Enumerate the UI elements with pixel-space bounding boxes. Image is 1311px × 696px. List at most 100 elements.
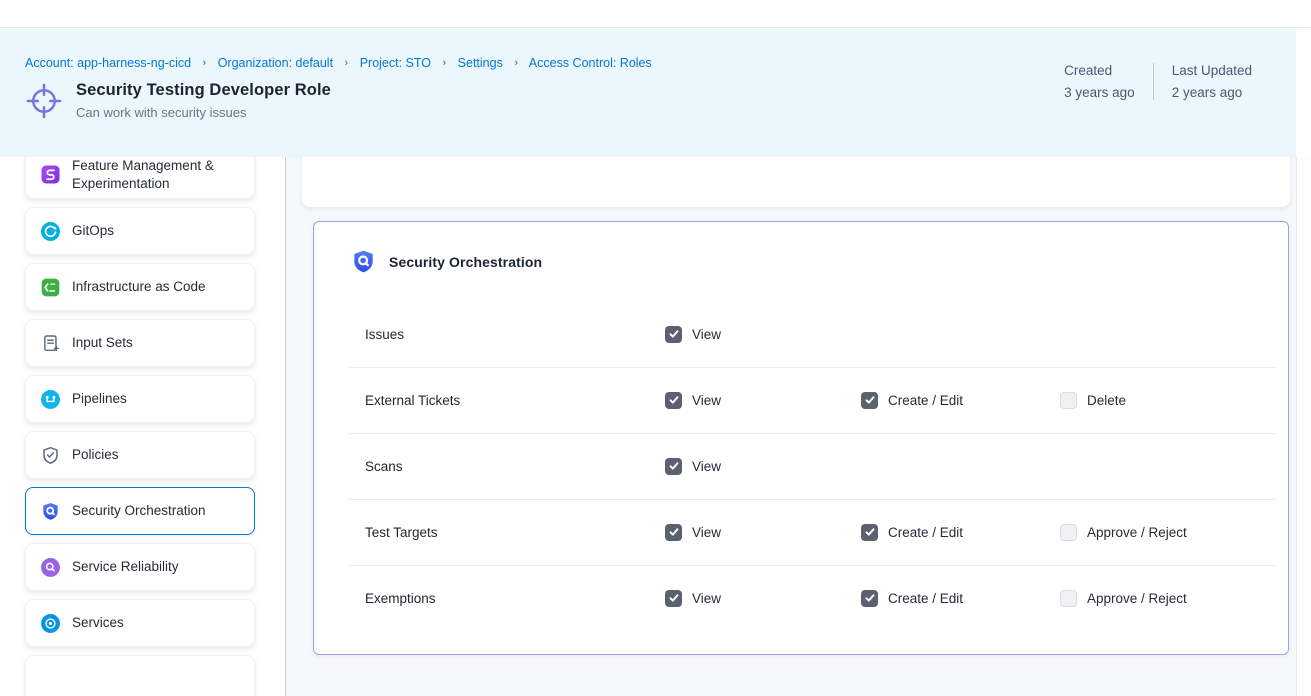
checkbox-icon[interactable]: [861, 524, 878, 541]
row-label: Test Targets: [314, 525, 665, 540]
permission-option[interactable]: View: [665, 392, 861, 409]
page-title: Security Testing Developer Role: [76, 81, 331, 100]
breadcrumb-access-control-roles[interactable]: Access Control: Roles: [529, 56, 652, 70]
permission-label: Approve / Reject: [1087, 525, 1187, 540]
page-subtitle: Can work with security issues: [76, 105, 331, 120]
content-area: Feature Management & Experimentation Git…: [0, 157, 1311, 696]
row-label: External Tickets: [314, 393, 665, 408]
permission-option[interactable]: View: [665, 590, 861, 607]
sidebar-item-label: Security Orchestration: [72, 502, 206, 520]
breadcrumb-separator: ›: [203, 57, 207, 69]
sidebar-item-policies[interactable]: Policies: [25, 431, 255, 479]
row-label: Issues: [314, 327, 665, 342]
sidebar-item-gitops[interactable]: GitOps: [25, 207, 255, 255]
permission-label: View: [692, 327, 721, 342]
checkbox-icon[interactable]: [665, 458, 682, 475]
sidebar-item-label: Services: [72, 614, 124, 632]
panel-header: Security Orchestration: [314, 222, 1288, 301]
permission-option[interactable]: View: [665, 458, 861, 475]
input-sets-icon: [39, 332, 61, 354]
sidebar-item-label: Policies: [72, 446, 119, 464]
sidebar-item-label: GitOps: [72, 222, 114, 240]
permission-option[interactable]: View: [665, 326, 861, 343]
checkbox-icon[interactable]: [861, 392, 878, 409]
permission-option[interactable]: Create / Edit: [861, 590, 1060, 607]
previous-module-card: [302, 157, 1290, 207]
created-label: Created: [1064, 63, 1135, 78]
permission-option[interactable]: View: [665, 524, 861, 541]
permission-label: Create / Edit: [888, 591, 963, 606]
permission-option[interactable]: Approve / Reject: [1060, 590, 1187, 607]
permission-label: Create / Edit: [888, 525, 963, 540]
service-reliability-icon: [39, 556, 61, 578]
checkbox-icon[interactable]: [1060, 392, 1077, 409]
sidebar-item-label: Feature Management & Experimentation: [72, 157, 244, 192]
permission-label: View: [692, 525, 721, 540]
permission-label: View: [692, 591, 721, 606]
main-area: Security Orchestration Issues View: [286, 157, 1311, 696]
breadcrumb-settings[interactable]: Settings: [458, 56, 503, 70]
module-sidebar: Feature Management & Experimentation Git…: [0, 157, 286, 696]
last-updated-label: Last Updated: [1172, 63, 1252, 78]
header-meta: Created 3 years ago Last Updated 2 years…: [1064, 63, 1252, 100]
permission-label: Create / Edit: [888, 393, 963, 408]
checkbox-icon[interactable]: [665, 326, 682, 343]
permission-option[interactable]: Approve / Reject: [1060, 524, 1187, 541]
breadcrumb-separator: ›: [345, 57, 349, 69]
permission-label: Delete: [1087, 393, 1126, 408]
infrastructure-as-code-icon: [39, 276, 61, 298]
sidebar-item-input-sets[interactable]: Input Sets: [25, 319, 255, 367]
feature-management-icon: [39, 164, 61, 186]
breadcrumb-project[interactable]: Project: STO: [360, 56, 431, 70]
breadcrumb-separator: ›: [514, 57, 518, 69]
row-label: Scans: [314, 459, 665, 474]
permission-option[interactable]: Create / Edit: [861, 392, 1060, 409]
permission-row-external-tickets: External Tickets View Create / Edit Dele…: [314, 367, 1288, 433]
policies-icon: [39, 444, 61, 466]
permission-label: Approve / Reject: [1087, 591, 1187, 606]
scrollbar-track[interactable]: [1296, 157, 1311, 696]
permission-label: View: [692, 459, 721, 474]
permission-row-exemptions: Exemptions View Create / Edit Approve / …: [314, 565, 1288, 631]
sidebar-item-service-reliability[interactable]: Service Reliability: [25, 543, 255, 591]
sidebar-item-security-orchestration[interactable]: Security Orchestration: [25, 487, 255, 535]
sidebar-item-label: Input Sets: [72, 334, 133, 352]
checkbox-icon[interactable]: [1060, 524, 1077, 541]
checkbox-icon[interactable]: [861, 590, 878, 607]
top-strip: [0, 0, 1311, 28]
breadcrumb-organization[interactable]: Organization: default: [218, 56, 333, 70]
created-meta: Created 3 years ago: [1064, 63, 1153, 100]
last-updated-meta: Last Updated 2 years ago: [1153, 63, 1252, 100]
security-orchestration-panel: Security Orchestration Issues View: [313, 221, 1289, 655]
sidebar-item-label: Infrastructure as Code: [72, 278, 206, 296]
panel-title: Security Orchestration: [389, 254, 542, 270]
checkbox-icon[interactable]: [1060, 590, 1077, 607]
permission-label: View: [692, 393, 721, 408]
permission-row-test-targets: Test Targets View Create / Edit Approve …: [314, 499, 1288, 565]
checkbox-icon[interactable]: [665, 524, 682, 541]
permission-option[interactable]: Delete: [1060, 392, 1126, 409]
checkbox-icon[interactable]: [665, 392, 682, 409]
security-orchestration-icon: [39, 500, 61, 522]
permission-option[interactable]: Create / Edit: [861, 524, 1060, 541]
sidebar-item-partial[interactable]: [25, 655, 255, 696]
sidebar-item-infrastructure-as-code[interactable]: Infrastructure as Code: [25, 263, 255, 311]
breadcrumb-account[interactable]: Account: app-harness-ng-cicd: [25, 56, 191, 70]
role-crosshair-icon: [25, 82, 63, 120]
sidebar-item-feature-management[interactable]: Feature Management & Experimentation: [25, 157, 255, 199]
page-header: Account: app-harness-ng-cicd › Organizat…: [0, 29, 1296, 157]
gitops-icon: [39, 220, 61, 242]
permission-row-scans: Scans View: [314, 433, 1288, 499]
services-icon: [39, 612, 61, 634]
checkbox-icon[interactable]: [665, 590, 682, 607]
pipelines-icon: [39, 388, 61, 410]
row-label: Exemptions: [314, 591, 665, 606]
last-updated-value: 2 years ago: [1172, 85, 1252, 100]
breadcrumb-separator: ›: [443, 57, 447, 69]
security-orchestration-shield-icon: [350, 248, 377, 275]
sidebar-item-label: Pipelines: [72, 390, 127, 408]
sidebar-item-pipelines[interactable]: Pipelines: [25, 375, 255, 423]
sidebar-item-services[interactable]: Services: [25, 599, 255, 647]
sidebar-item-label: Service Reliability: [72, 558, 179, 576]
title-block: Security Testing Developer Role Can work…: [76, 81, 331, 120]
